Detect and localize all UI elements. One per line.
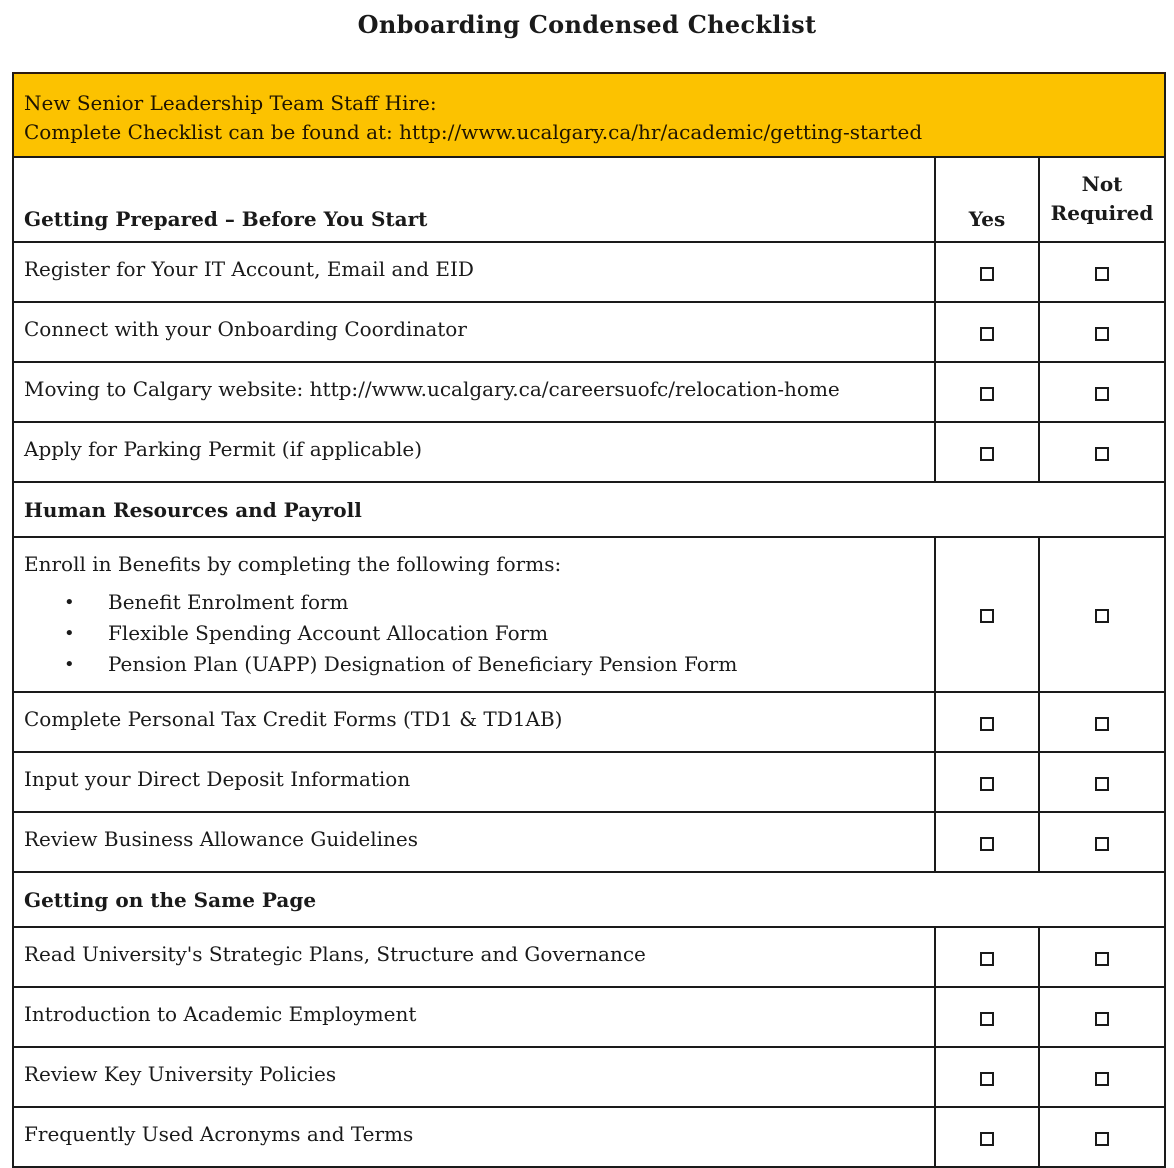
info-banner: New Senior Leadership Team Staff Hire: C… (14, 74, 1164, 158)
not-required-checkbox[interactable] (1095, 1131, 1109, 1146)
not-required-checkbox[interactable] (1095, 836, 1109, 851)
sub-form-item: • Benefit Enrolment form (64, 587, 924, 618)
checklist-row: Connect with your Onboarding Coordinator (14, 302, 1164, 363)
yes-checkbox[interactable] (980, 951, 994, 966)
not-required-checkbox[interactable] (1095, 951, 1109, 966)
checklist-row: Read University's Strategic Plans, Struc… (14, 927, 1164, 988)
section-title: Getting Prepared – Before You Start (14, 158, 935, 243)
task-label: Moving to Calgary website: http://www.uc… (14, 362, 935, 423)
yes-checkbox[interactable] (980, 266, 994, 281)
yes-checkbox[interactable] (980, 326, 994, 341)
section-title: Human Resources and Payroll (14, 482, 1164, 538)
checklist-row: Moving to Calgary website: http://www.uc… (14, 362, 1164, 423)
not-required-checkbox[interactable] (1095, 1071, 1109, 1086)
column-header-yes: Yes (934, 158, 1039, 243)
yes-checkbox[interactable] (980, 716, 994, 731)
sub-form-item: • Flexible Spending Account Allocation Fo… (64, 618, 924, 649)
checklist-sheet: New Senior Leadership Team Staff Hire: C… (12, 72, 1166, 1168)
task-label: Input your Direct Deposit Information (14, 752, 935, 813)
not-required-checkbox[interactable] (1095, 1011, 1109, 1026)
task-label: Enroll in Benefits by completing the fol… (24, 552, 562, 576)
checklist-table: Getting Prepared – Before You Start Yes … (14, 158, 1164, 1168)
yes-checkbox[interactable] (980, 1071, 994, 1086)
task-label: Frequently Used Acronyms and Terms (14, 1107, 935, 1168)
task-label: Introduction to Academic Employment (14, 987, 935, 1048)
yes-checkbox[interactable] (980, 1131, 994, 1146)
column-header-not-required-line2: Required (1050, 200, 1154, 225)
checklist-row: Input your Direct Deposit Information (14, 752, 1164, 813)
bullet-icon: • (64, 592, 75, 613)
task-label: Review Key University Policies (14, 1047, 935, 1108)
yes-checkbox[interactable] (980, 446, 994, 461)
bullet-icon: • (64, 654, 75, 675)
checklist-row: Review Key University Policies (14, 1047, 1164, 1108)
not-required-checkbox[interactable] (1095, 609, 1109, 623)
sub-form-item: • Pension Plan (UAPP) Designation of Bene… (64, 649, 924, 680)
document-title: Onboarding Condensed Checklist (357, 10, 817, 39)
not-required-checkbox[interactable] (1095, 776, 1109, 791)
section-header-hr-payroll: Human Resources and Payroll (14, 482, 1164, 538)
task-label: Read University's Strategic Plans, Struc… (14, 927, 935, 988)
bullet-icon: • (64, 623, 75, 644)
checklist-row: Frequently Used Acronyms and Terms (14, 1107, 1164, 1168)
not-required-checkbox[interactable] (1095, 326, 1109, 341)
banner-link-text[interactable]: Complete Checklist can be found at: http… (24, 118, 1154, 147)
checklist-row: Review Business Allowance Guidelines (14, 812, 1164, 873)
task-label: Review Business Allowance Guidelines (14, 812, 935, 873)
task-label: Connect with your Onboarding Coordinator (14, 302, 935, 363)
section-title: Getting on the Same Page (14, 872, 1164, 928)
column-header-not-required: Not Required (1038, 158, 1164, 243)
sub-form-list: • Benefit Enrolment form • Flexible Spendi… (24, 587, 924, 680)
checklist-row: Apply for Parking Permit (if applicable) (14, 422, 1164, 483)
yes-checkbox[interactable] (980, 836, 994, 851)
yes-checkbox[interactable] (980, 1011, 994, 1026)
not-required-checkbox[interactable] (1095, 386, 1109, 401)
checklist-row: Introduction to Academic Employment (14, 987, 1164, 1048)
not-required-checkbox[interactable] (1095, 266, 1109, 281)
checklist-row: Enroll in Benefits by completing the fol… (14, 537, 1164, 693)
not-required-checkbox[interactable] (1095, 446, 1109, 461)
task-label: Complete Personal Tax Credit Forms (TD1 … (14, 692, 935, 753)
banner-heading: New Senior Leadership Team Staff Hire: (24, 91, 437, 115)
section-header-getting-prepared: Getting Prepared – Before You Start Yes … (14, 158, 1164, 243)
checklist-row: Register for Your IT Account, Email and … (14, 242, 1164, 303)
not-required-checkbox[interactable] (1095, 716, 1109, 731)
yes-checkbox[interactable] (980, 776, 994, 791)
task-label: Apply for Parking Permit (if applicable) (14, 422, 935, 483)
task-label: Register for Your IT Account, Email and … (14, 242, 935, 303)
column-header-not-required-line1: Not (1081, 171, 1123, 196)
yes-checkbox[interactable] (980, 386, 994, 401)
section-header-same-page: Getting on the Same Page (14, 872, 1164, 928)
checklist-row: Complete Personal Tax Credit Forms (TD1 … (14, 692, 1164, 753)
yes-checkbox[interactable] (980, 609, 994, 623)
